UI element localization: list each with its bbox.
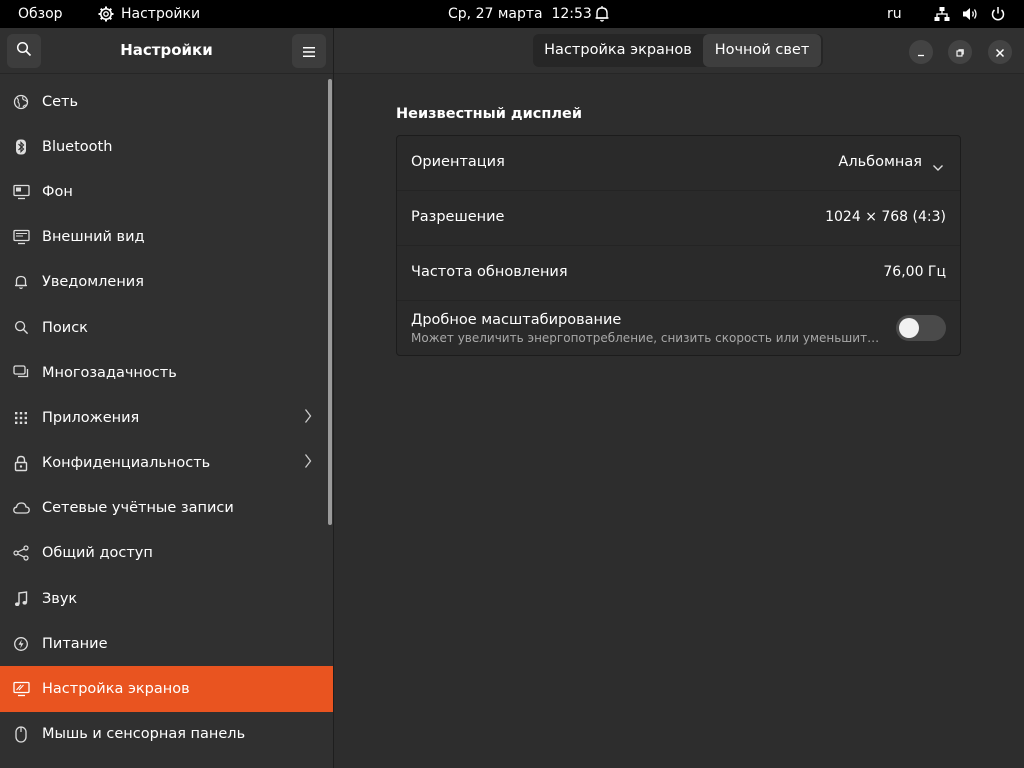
sidebar-item-label: Уведомления [42,274,144,291]
sidebar-item-background[interactable]: Фон [0,169,333,214]
tab-displays[interactable]: Настройка экранов [533,34,703,67]
sidebar-item-privacy[interactable]: Конфиденциальность [0,441,333,486]
sidebar-scrollbar[interactable] [328,79,332,525]
orientation-row[interactable]: Ориентация Альбомная [397,136,960,191]
sidebar-item-label: Фон [42,183,73,200]
sidebar-item-power[interactable]: Питание [0,621,333,666]
bell-icon [12,273,30,291]
multitasking-icon [12,364,30,382]
maximize-button[interactable] [948,40,972,64]
fractional-scaling-description: Может увеличить энергопотребление, снизи… [411,331,883,345]
tab-night-light[interactable]: Ночной свет [703,34,821,67]
minimize-button[interactable] [909,40,933,64]
sidebar-title: Настройки [120,41,213,59]
settings-gear-icon [98,6,114,22]
view-switcher: Настройка экранов Ночной свет [533,34,823,67]
sidebar-list: Сеть Bluetooth Фон Внешний вид Уведомлен… [0,79,333,757]
search-icon [12,319,30,337]
minimize-icon [916,43,926,62]
sidebar-item-label: Многозадачность [42,364,177,381]
sidebar-item-apps[interactable]: Приложения [0,395,333,440]
app-menu-button[interactable]: Настройки [121,0,200,28]
sidebar-header: Настройки [0,28,333,74]
mouse-icon [12,725,30,743]
sidebar-item-label: Общий доступ [42,545,153,562]
chevron-down-icon [932,157,944,176]
sidebar-item-label: Конфиденциальность [42,455,211,472]
sidebar-item-label: Приложения [42,409,140,426]
network-icon[interactable] [934,6,950,22]
sidebar-item-appearance[interactable]: Внешний вид [0,215,333,260]
sidebar-item-bluetooth[interactable]: Bluetooth [0,124,333,169]
sidebar-item-network[interactable]: Сеть [0,79,333,124]
display-settings-content: Неизвестный дисплей Ориентация Альбомная… [334,74,1024,768]
apps-grid-icon [12,409,30,427]
refresh-rate-value: 76,00 Гц [883,264,946,280]
sidebar-item-label: Звук [42,590,78,607]
sidebar-item-label: Внешний вид [42,229,145,246]
close-icon [995,43,1005,62]
fractional-scaling-label: Дробное масштабирование [411,312,622,328]
display-settings-card: Ориентация Альбомная Разрешение 1024 × 7… [396,135,961,356]
sidebar: Настройки Сеть Bluetooth Фон Внешний вид… [0,28,333,768]
sidebar-item-label: Поиск [42,319,88,336]
sidebar-item-sharing[interactable]: Общий доступ [0,531,333,576]
top-bar: Обзор Настройки Ср, 27 марта 12:53 ru [0,0,1024,28]
sidebar-item-label: Питание [42,635,108,652]
chevron-right-icon [304,453,312,473]
display-name-heading: Неизвестный дисплей [396,106,583,122]
orientation-value: Альбомная [838,154,922,170]
orientation-label: Ориентация [411,154,505,170]
lock-icon [12,454,30,472]
activities-button[interactable]: Обзор [18,0,63,28]
sidebar-item-sound[interactable]: Звук [0,576,333,621]
share-icon [12,544,30,562]
main-header: Настройка экранов Ночной свет [334,28,1024,74]
power-icon [12,635,30,653]
chevron-right-icon [304,408,312,428]
close-button[interactable] [988,40,1012,64]
keyboard-layout-indicator[interactable]: ru [887,0,902,28]
sidebar-item-label: Настройка экранов [42,681,190,698]
sidebar-item-notifications[interactable]: Уведомления [0,260,333,305]
sidebar-item-label: Bluetooth [42,138,113,155]
refresh-rate-label: Частота обновления [411,264,568,280]
power-icon[interactable] [990,6,1006,22]
clock-button[interactable]: Ср, 27 марта 12:53 [448,0,592,28]
sidebar-item-online-accounts[interactable]: Сетевые учётные записи [0,486,333,531]
resolution-label: Разрешение [411,209,505,225]
sidebar-item-label: Мышь и сенсорная панель [42,726,246,743]
appearance-icon [12,228,30,246]
sidebar-item-multitasking[interactable]: Многозадачность [0,350,333,395]
hamburger-menu-icon [303,42,315,61]
fractional-scaling-toggle[interactable] [896,315,946,341]
main-menu-button[interactable] [292,34,326,68]
bluetooth-icon [12,138,30,156]
background-icon [12,183,30,201]
volume-icon[interactable] [962,6,979,22]
bell-icon[interactable] [594,5,610,23]
sidebar-item-label: Сеть [42,93,79,110]
resolution-value: 1024 × 768 (4:3) [825,209,946,225]
sidebar-item-label: Сетевые учётные записи [42,500,234,517]
network-globe-icon [12,93,30,111]
display-icon [12,680,30,698]
cloud-icon [12,499,30,517]
fractional-scaling-row: Дробное масштабирование Может увеличить … [397,301,960,355]
refresh-rate-row[interactable]: Частота обновления 76,00 Гц [397,246,960,301]
sidebar-item-displays[interactable]: Настройка экранов [0,666,333,712]
toggle-knob [899,318,919,338]
resolution-row[interactable]: Разрешение 1024 × 768 (4:3) [397,191,960,246]
restore-icon [955,43,965,62]
sidebar-item-search[interactable]: Поиск [0,305,333,350]
music-note-icon [12,590,30,608]
sidebar-item-mouse[interactable]: Мышь и сенсорная панель [0,712,333,757]
